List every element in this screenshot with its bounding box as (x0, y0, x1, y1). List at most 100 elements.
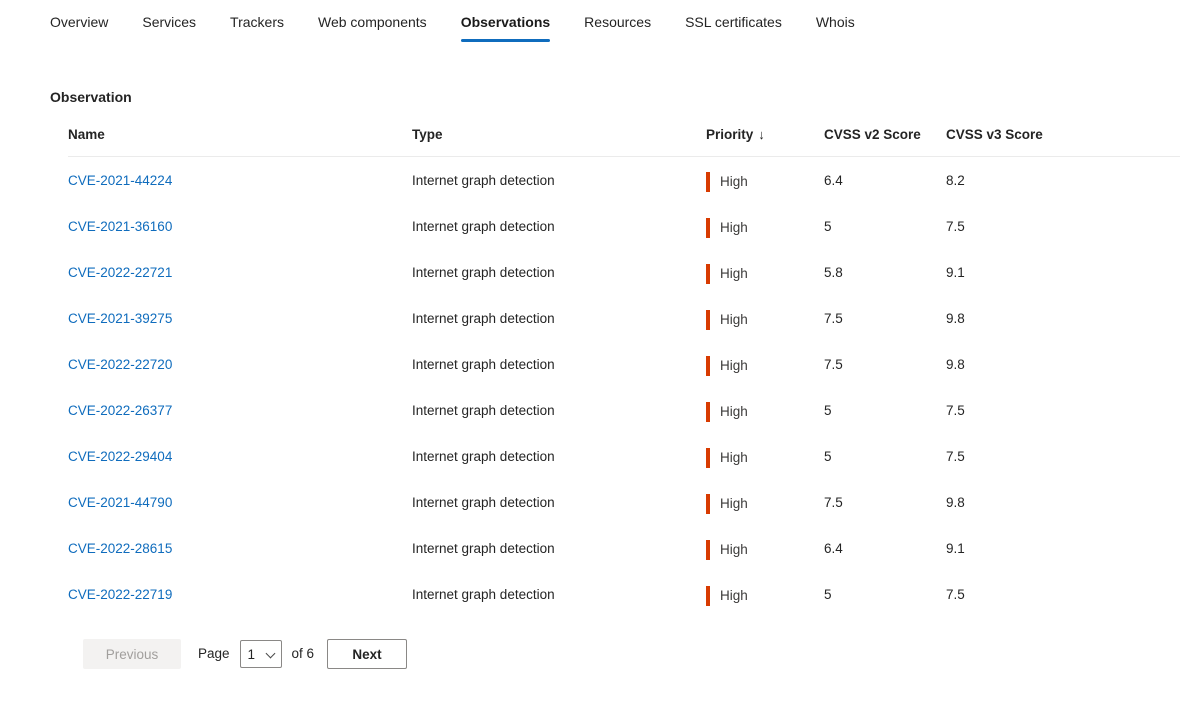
page-title: Observation (50, 89, 132, 105)
cell-cvss-v2: 7.5 (824, 356, 843, 372)
cell-cvss-v3: 9.1 (946, 540, 965, 556)
cve-link[interactable]: CVE-2022-29404 (68, 449, 172, 464)
column-header-cvss-v2[interactable]: CVSS v2 Score (824, 127, 946, 157)
cell-cvss-v2: 6.4 (824, 540, 843, 556)
cell-name: CVE-2022-29404 (68, 433, 412, 479)
sort-descending-icon: ↓ (758, 127, 765, 142)
priority-severity-bar-icon (706, 172, 710, 192)
cell-type: Internet graph detection (412, 356, 555, 372)
table-row: CVE-2022-28615 Internet graph detection Hi… (68, 525, 1180, 571)
cell-name: CVE-2022-22720 (68, 341, 412, 387)
priority-label: High (720, 404, 748, 419)
cve-link[interactable]: CVE-2021-44224 (68, 173, 172, 188)
table-row: CVE-2021-39275 Internet graph detection Hi… (68, 295, 1180, 341)
cell-type: Internet graph detection (412, 218, 555, 234)
cell-cvss-v3: 9.8 (946, 356, 965, 372)
priority-label: High (720, 542, 748, 557)
cell-cvss-v2: 5 (824, 218, 832, 234)
priority-label: High (720, 496, 748, 511)
tab-bar: Overview Services Trackers Web components Ob… (0, 0, 1188, 52)
cell-priority: High (706, 433, 824, 479)
cell-name: CVE-2021-44224 (68, 157, 412, 204)
cell-cvss-v3: 8.2 (946, 172, 965, 188)
priority-label: High (720, 588, 748, 603)
cell-type: Internet graph detection (412, 402, 555, 418)
next-page-button[interactable]: Next (327, 639, 408, 669)
status-badge: High (706, 310, 824, 330)
tab-ssl-certificates[interactable]: SSL certificates (685, 0, 782, 46)
page-number-select[interactable]: 1 (239, 640, 282, 668)
tab-overview[interactable]: Overview (50, 0, 108, 46)
cell-priority: High (706, 387, 824, 433)
priority-severity-bar-icon (706, 218, 710, 238)
column-header-type[interactable]: Type (412, 127, 706, 157)
tab-trackers[interactable]: Trackers (230, 0, 284, 46)
cell-name: CVE-2022-26377 (68, 387, 412, 433)
status-badge: High (706, 586, 824, 606)
pagination: Previous Page 1 of 6 Next (0, 617, 1188, 669)
cell-cvss-v2: 6.4 (824, 172, 843, 188)
priority-severity-bar-icon (706, 540, 710, 560)
column-header-cvss-v3[interactable]: CVSS v3 Score (946, 127, 1180, 157)
tab-resources[interactable]: Resources (584, 0, 651, 46)
cell-priority: High (706, 203, 824, 249)
cell-priority: High (706, 571, 824, 617)
priority-severity-bar-icon (706, 356, 710, 376)
cell-cvss-v2: 7.5 (824, 494, 843, 510)
table-row: CVE-2022-22720 Internet graph detection Hi… (68, 341, 1180, 387)
cell-type: Internet graph detection (412, 264, 555, 280)
cell-cvss-v3: 9.1 (946, 264, 965, 280)
cve-link[interactable]: CVE-2022-26377 (68, 403, 172, 418)
tab-services[interactable]: Services (142, 0, 196, 46)
cell-name: CVE-2022-28615 (68, 525, 412, 571)
cell-cvss-v2: 5 (824, 448, 832, 464)
cve-link[interactable]: CVE-2022-22719 (68, 587, 172, 602)
table-row: CVE-2022-26377 Internet graph detection Hi… (68, 387, 1180, 433)
page-number-value: 1 (247, 646, 256, 662)
table-header-row: Name Type Priority ↓ CVSS v2 Score CVSS v… (68, 127, 1180, 157)
cve-link[interactable]: CVE-2021-36160 (68, 219, 172, 234)
priority-label: High (720, 312, 748, 327)
cell-type: Internet graph detection (412, 310, 555, 326)
priority-severity-bar-icon (706, 494, 710, 514)
cve-link[interactable]: CVE-2022-22720 (68, 357, 172, 372)
observations-table-container: Name Type Priority ↓ CVSS v2 Score CVSS v… (0, 107, 1188, 617)
status-badge: High (706, 448, 824, 468)
cell-type: Internet graph detection (412, 494, 555, 510)
tab-whois[interactable]: Whois (816, 0, 855, 46)
observations-table: Name Type Priority ↓ CVSS v2 Score CVSS v… (68, 127, 1180, 617)
cell-type: Internet graph detection (412, 448, 555, 464)
previous-page-button[interactable]: Previous (83, 639, 181, 669)
chevron-down-icon (266, 649, 276, 659)
cell-cvss-v2: 5 (824, 586, 832, 602)
status-badge: High (706, 172, 824, 192)
cve-link[interactable]: CVE-2022-28615 (68, 541, 172, 556)
cell-priority: High (706, 479, 824, 525)
column-header-name[interactable]: Name (68, 127, 412, 157)
status-badge: High (706, 494, 824, 514)
page-label: Page (198, 646, 230, 661)
tab-web-components[interactable]: Web components (318, 0, 427, 46)
cell-cvss-v3: 7.5 (946, 218, 965, 234)
table-body: CVE-2021-44224 Internet graph detection Hi… (68, 157, 1180, 618)
priority-severity-bar-icon (706, 586, 710, 606)
column-header-priority[interactable]: Priority ↓ (706, 127, 824, 157)
column-header-priority-label: Priority (706, 127, 754, 142)
cell-cvss-v3: 7.5 (946, 402, 965, 418)
cell-cvss-v3: 7.5 (946, 586, 965, 602)
priority-label: High (720, 220, 748, 235)
cell-priority: High (706, 249, 824, 295)
priority-severity-bar-icon (706, 402, 710, 422)
table-row: CVE-2022-22719 Internet graph detection Hi… (68, 571, 1180, 617)
cell-name: CVE-2022-22719 (68, 571, 412, 617)
cve-link[interactable]: CVE-2021-39275 (68, 311, 172, 326)
status-badge: High (706, 264, 824, 284)
priority-label: High (720, 174, 748, 189)
cell-priority: High (706, 341, 824, 387)
column-header-cvss-v2-label: CVSS v2 Score (824, 127, 921, 142)
priority-severity-bar-icon (706, 310, 710, 330)
tab-observations[interactable]: Observations (460, 0, 551, 46)
cve-link[interactable]: CVE-2021-44790 (68, 495, 172, 510)
cell-name: CVE-2022-22721 (68, 249, 412, 295)
cve-link[interactable]: CVE-2022-22721 (68, 265, 172, 280)
